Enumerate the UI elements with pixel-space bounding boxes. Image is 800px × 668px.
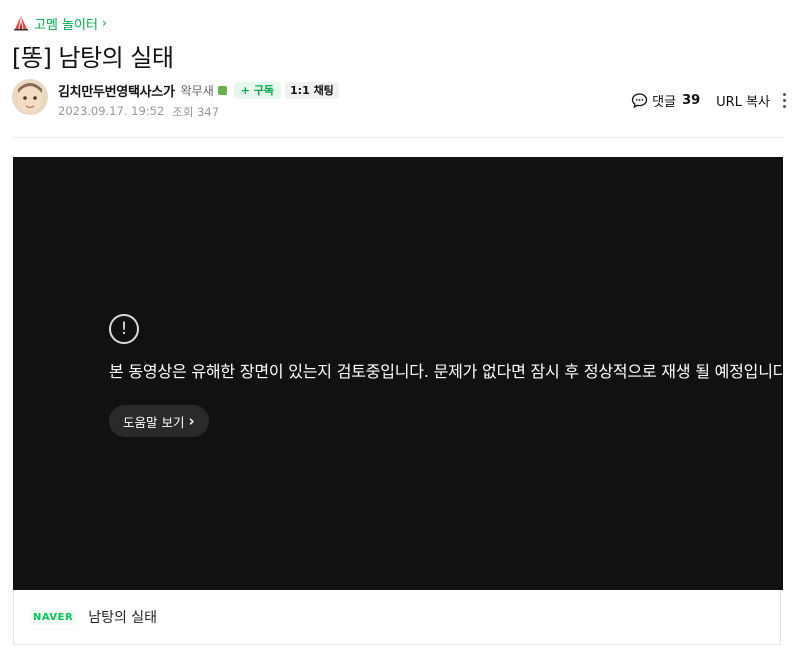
tent-icon — [14, 16, 28, 31]
url-copy-button[interactable]: URL 복사 — [716, 91, 770, 110]
video-title: 남탕의 실태 — [88, 610, 158, 626]
comment-count: 39 — [682, 93, 701, 108]
review-warning-text: 본 동영상은 유해한 장면이 있는지 검토중입니다. 문제가 없다면 잠시 후 … — [109, 362, 783, 381]
post-meta: 2023.09.17. 19:52 조회 347 — [58, 104, 219, 120]
header-divider — [12, 137, 783, 138]
post-date: 2023.09.17. 19:52 — [58, 104, 165, 118]
more-options-icon[interactable] — [782, 93, 786, 108]
comment-button[interactable]: 댓글 39 — [631, 91, 700, 110]
comment-icon — [631, 93, 648, 109]
post-views: 조회 347 — [172, 105, 220, 119]
chevron-right-icon: › — [101, 16, 107, 30]
video-caption: NAVER 남탕의 실태 — [13, 590, 781, 645]
level-badge-icon — [217, 85, 227, 95]
video-player[interactable]: ! 본 동영상은 유해한 장면이 있는지 검토중입니다. 문제가 없다면 잠시 … — [13, 157, 783, 590]
chevron-right-icon: › — [188, 412, 195, 430]
author-nickname[interactable]: 김치만두번영택사스가 — [58, 81, 175, 100]
board-name: 고멤 놀이터 — [34, 17, 98, 33]
exclamation-icon: ! — [109, 314, 139, 344]
post-title: [똥] 남탕의 실태 — [12, 44, 174, 72]
comment-label: 댓글 — [652, 95, 677, 110]
help-button[interactable]: 도움말 보기 › — [109, 405, 209, 437]
post-tools: 댓글 39 URL 복사 — [631, 91, 786, 110]
subscribe-button[interactable]: + 구독 — [233, 81, 282, 99]
help-label: 도움말 보기 — [123, 414, 185, 430]
author-rank: 왁무새 — [180, 83, 214, 98]
naver-logo: NAVER — [30, 609, 77, 625]
author-row: 김치만두번영택사스가 왁무새 + 구독 1:1 채팅 — [58, 81, 339, 100]
chat-button[interactable]: 1:1 채팅 — [285, 81, 339, 99]
avatar[interactable] — [12, 79, 48, 115]
avatar-image — [12, 79, 48, 115]
board-link[interactable]: 고멤 놀이터 › — [13, 13, 107, 33]
